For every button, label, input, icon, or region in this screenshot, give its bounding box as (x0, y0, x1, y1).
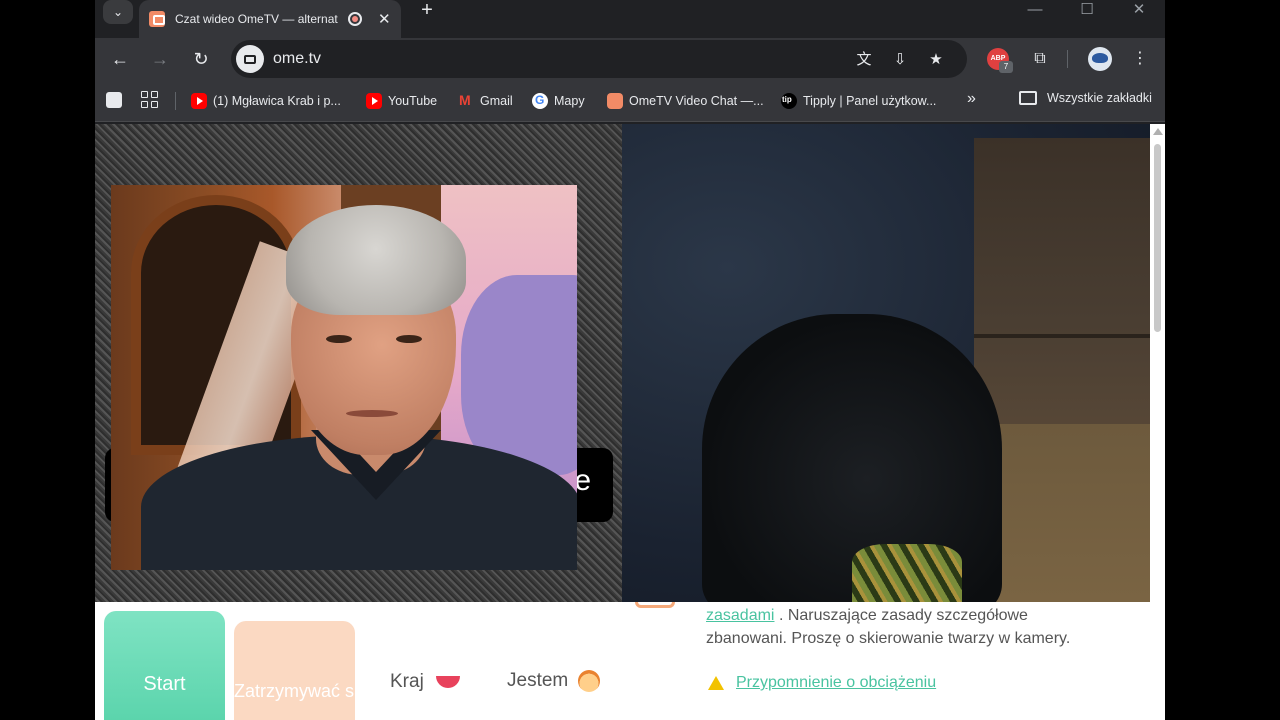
site-info-icon[interactable] (236, 45, 264, 73)
tab-strip: ⌄ Czat wideo OmeTV — alternat ✕ + — ☐ ✕ (95, 0, 1165, 38)
profile-avatar[interactable] (1088, 47, 1112, 71)
country-label: Kraj (390, 671, 424, 692)
reminder-row: Przypomnienie o obciążeniu (708, 674, 936, 692)
extensions-puzzle-icon[interactable]: ⧉ (1028, 47, 1052, 71)
menu-kebab-icon[interactable]: ⋮ (1128, 47, 1152, 71)
stop-button[interactable]: Zatrzymywać się (234, 621, 355, 720)
bookmark-item[interactable]: OmeTV Video Chat —... (607, 91, 764, 111)
forward-button[interactable]: → (147, 46, 173, 72)
google-icon (532, 93, 548, 109)
country-selector[interactable]: Kraj (390, 671, 460, 693)
toolbar: ← → ↻ ome.tv 文 ⇩ ★ ABP 7 ⧉ ⋮ (95, 38, 1165, 80)
browser-window: ⌄ Czat wideo OmeTV — alternat ✕ + — ☐ ✕ … (95, 0, 1165, 720)
report-flag-icon[interactable] (635, 602, 675, 608)
folder-icon (1019, 91, 1037, 105)
bookmarks-separator (175, 92, 176, 110)
bookmarks-bar: (1) Mgławica Krab i p... YouTube Gmail M… (95, 80, 1165, 122)
close-window-button[interactable]: ✕ (1119, 0, 1159, 22)
bookmark-item[interactable]: Gmail (458, 91, 513, 111)
install-app-icon[interactable]: ⇩ (889, 49, 911, 71)
toolbar-divider (1067, 50, 1068, 68)
youtube-icon (191, 93, 207, 109)
bookmark-item[interactable]: YouTube (366, 91, 437, 111)
tab-search-button[interactable]: ⌄ (103, 0, 133, 24)
new-tab-button[interactable]: + (415, 0, 439, 22)
bookmark-star-icon[interactable]: ★ (925, 49, 947, 71)
minimize-button[interactable]: — (1015, 0, 1055, 22)
url-text: ome.tv (273, 50, 322, 67)
translate-icon[interactable]: 文 (853, 49, 875, 71)
chat-controls: Start Zatrzymywać się Kraj Jestem zasada… (95, 602, 1150, 720)
rules-notice: zasadami . Naruszające zasady szczegółow… (706, 604, 1086, 650)
remote-video-feed (622, 124, 1150, 602)
more-bookmarks-button[interactable]: » (967, 90, 976, 108)
tipply-icon (781, 93, 797, 109)
all-bookmarks-label: Wszystkie zakładki (1047, 91, 1152, 105)
photo-of-man (111, 185, 577, 570)
tab-ometv[interactable]: Czat wideo OmeTV — alternat ✕ (139, 0, 401, 38)
gender-label: Jestem (507, 670, 569, 691)
boy-icon (578, 670, 601, 692)
bookmark-item[interactable]: Tipply | Panel użytkow... (781, 91, 936, 111)
scroll-up-arrow-icon[interactable] (1153, 128, 1163, 135)
bookmark-item[interactable]: Mapy (532, 91, 585, 111)
back-button[interactable]: ← (107, 46, 133, 72)
ometv-page: e Start Zatrzymywać się Kraj Jestem zasa… (95, 124, 1165, 720)
gender-selector[interactable]: Jestem (507, 670, 601, 692)
close-tab-icon[interactable]: ✕ (378, 10, 391, 28)
warning-icon (708, 676, 724, 690)
flag-icon (435, 676, 460, 688)
local-video-feed: e (95, 124, 622, 602)
reload-button[interactable]: ↻ (188, 46, 214, 72)
ometv-tab-icon (149, 11, 165, 27)
address-bar[interactable]: ome.tv 文 ⇩ ★ (231, 40, 967, 78)
scroll-thumb[interactable] (1154, 144, 1161, 332)
ometv-icon (607, 93, 623, 109)
bookmark-square-icon[interactable] (106, 92, 122, 108)
all-bookmarks-folder[interactable]: Wszystkie zakładki (1019, 91, 1152, 105)
bookmark-label: Mapy (554, 94, 585, 108)
start-button[interactable]: Start (104, 611, 225, 720)
bookmark-item[interactable]: (1) Mgławica Krab i p... (191, 91, 341, 111)
bookmark-label: Gmail (480, 94, 513, 108)
bookmark-label: (1) Mgławica Krab i p... (213, 94, 341, 108)
tab-title: Czat wideo OmeTV — alternat (175, 12, 338, 26)
reminder-link[interactable]: Przypomnienie o obciążeniu (736, 674, 936, 692)
bookmark-label: YouTube (388, 94, 438, 108)
bookmark-label: Tipply | Panel użytkow... (803, 94, 937, 108)
gmail-icon (458, 92, 474, 109)
page-scrollbar[interactable] (1150, 124, 1165, 602)
extension-count-badge: 7 (999, 61, 1013, 73)
rules-link[interactable]: zasadami (706, 607, 774, 624)
apps-grid-icon[interactable] (141, 91, 159, 109)
youtube-icon (366, 93, 382, 109)
maximize-button[interactable]: ☐ (1067, 0, 1107, 22)
bookmark-label: OmeTV Video Chat —... (629, 94, 764, 108)
recording-icon (348, 12, 362, 26)
